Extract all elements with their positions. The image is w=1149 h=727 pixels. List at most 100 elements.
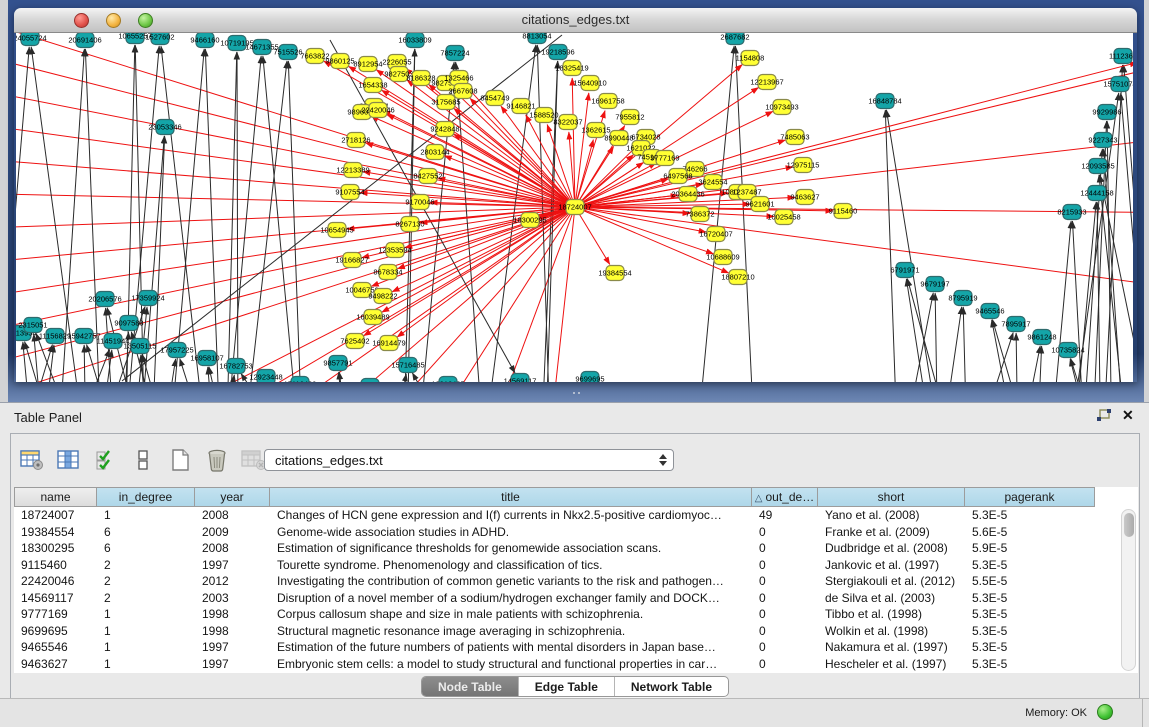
table-options-icon[interactable] (19, 447, 45, 473)
row-height-icon[interactable] (130, 447, 156, 473)
graph-node-label: 11459117 (354, 382, 386, 383)
tab-edge-table[interactable]: Edge Table (518, 677, 614, 696)
table-row[interactable]: 977716911998Corpus callosum shape and si… (14, 606, 1124, 623)
table-cell: 0 (752, 590, 818, 607)
sort-ascending-icon: △ (755, 493, 763, 504)
graph-edge (161, 359, 176, 382)
tab-network-table[interactable]: Network Table (614, 677, 728, 696)
table-toolbar: f(x) (19, 440, 304, 480)
graph-node-label: 13505115 (124, 342, 157, 351)
table-row[interactable]: 2242004622012Investigating the contribut… (14, 573, 1124, 590)
table-row[interactable]: 969969511998Structural magnetic resonanc… (14, 623, 1124, 640)
table-cell: Changes of HCN gene expression and I(f) … (270, 507, 752, 524)
graph-node-label: 9929986 (1092, 108, 1121, 117)
graph-node-label: 10025458 (767, 213, 800, 222)
graph-edge (169, 49, 204, 382)
new-column-icon[interactable] (167, 447, 193, 473)
graph-node-label: 8427552 (413, 172, 442, 181)
node-table: namein_degreeyeartitle△out_de…shortpager… (14, 487, 1138, 673)
table-cell: Disruption of a novel member of a sodium… (270, 590, 752, 607)
graph-node-label: 2226055 (382, 58, 411, 67)
graph-node-label: 1654338 (358, 81, 387, 90)
table-scrollbar-thumb[interactable] (1124, 513, 1134, 537)
tab-node-table[interactable]: Node Table (422, 677, 518, 696)
graph-node-label: 15640910 (573, 79, 606, 88)
graph-node-label: 8267130 (395, 220, 424, 229)
graph-node-label: 2803144 (420, 148, 449, 157)
table-cell: 0 (752, 639, 818, 656)
network-canvas[interactable]: 1872400776638229860125891295422260559827… (16, 33, 1133, 382)
table-cell: 19384554 (14, 524, 97, 541)
graph-node-label: 17957225 (160, 346, 193, 355)
table-cell: 2012 (195, 573, 270, 590)
close-panel-icon[interactable]: ✕ (1122, 407, 1134, 424)
graph-edge (939, 307, 962, 382)
table-cell: Embryonic stem cells: a model to study s… (270, 656, 752, 673)
graph-node-label: 19218596 (541, 48, 574, 57)
float-panel-icon[interactable] (1096, 409, 1112, 423)
graph-node-label: 15116489 (284, 380, 317, 383)
graph-edge (1104, 149, 1125, 382)
table-cell: Investigating the contribution of common… (270, 573, 752, 590)
graph-node-label: 13216485 (431, 380, 464, 383)
graph-edge (84, 345, 86, 382)
table-row[interactable]: 946362711997Embryonic stem cells: a mode… (14, 656, 1124, 673)
table-row[interactable]: 1830029562008Estimation of significance … (14, 540, 1124, 557)
graph-node-label: 12213967 (750, 78, 783, 87)
graph-node-label: 3624554 (698, 178, 727, 187)
graph-node-label: 11156829 (39, 332, 71, 341)
graph-edge (454, 134, 575, 207)
column-header-out_de[interactable]: △out_de… (752, 487, 818, 507)
table-selector-value: citations_edges.txt (275, 453, 383, 468)
table-row[interactable]: 1456911722003Disruption of a novel membe… (14, 590, 1124, 607)
graph-edge (288, 61, 303, 382)
graph-node-label: 9498222 (368, 292, 397, 301)
splitter-grip[interactable] (571, 390, 583, 397)
table-scrollbar[interactable] (1121, 509, 1136, 671)
graph-node-label: 2718126 (341, 136, 370, 145)
graph-node-label: 12975115 (787, 161, 820, 170)
column-header-pagerank[interactable]: pagerank (965, 487, 1095, 507)
memory-indicator-led (1097, 704, 1113, 720)
network-desktop: citations_edges.txt 18724007766382298601… (8, 0, 1144, 402)
table-tabs: Node TableEdge TableNetwork Table (11, 676, 1139, 698)
graph-node-label: 10688609 (706, 253, 739, 262)
table-cell: 0 (752, 656, 818, 673)
column-visibility-icon[interactable] (56, 447, 82, 473)
delete-column-icon[interactable] (204, 447, 230, 473)
table-row[interactable]: 946554611997Estimation of the future num… (14, 639, 1124, 656)
table-row[interactable]: 1872400712008Changes of HCN gene express… (14, 507, 1124, 524)
column-header-year[interactable]: year (195, 487, 270, 507)
table-cell: 1 (97, 507, 195, 524)
column-header-short[interactable]: short (818, 487, 965, 507)
graph-node-label: 1112364 (1109, 52, 1133, 61)
table-cell: 0 (752, 557, 818, 574)
table-cell: 1 (97, 606, 195, 623)
column-header-title[interactable]: title (270, 487, 752, 507)
column-header-name[interactable]: name (14, 487, 97, 507)
graph-node-label: 8990448 (604, 134, 633, 143)
graph-node-label: 15716485 (391, 361, 424, 370)
network-window-titlebar[interactable]: citations_edges.txt (14, 8, 1137, 33)
table-selector-dropdown[interactable]: citations_edges.txt (264, 449, 674, 471)
graph-edge (476, 207, 575, 382)
table-row[interactable]: 1938455462009Genome-wide association stu… (14, 524, 1124, 541)
graph-node-label: 20364436 (671, 190, 704, 199)
table-cell: 22420046 (14, 573, 97, 590)
table-cell: 1998 (195, 606, 270, 623)
select-columns-icon[interactable] (93, 447, 119, 473)
citation-network-graph: 1872400776638229860125891295422260559827… (16, 33, 1133, 382)
graph-node-label: 1325466 (444, 74, 473, 83)
table-body: 1872400712008Changes of HCN gene express… (14, 507, 1124, 673)
graph-edge (974, 333, 1013, 382)
graph-edge (16, 121, 575, 207)
graph-node-label: 7386372 (685, 210, 714, 219)
table-cell: Estimation of the future numbers of pati… (270, 639, 752, 656)
graph-node-label: 9115460 (829, 207, 858, 216)
table-cell: 2009 (195, 524, 270, 541)
table-row[interactable]: 911546021997Tourette syndrome. Phenomeno… (14, 557, 1124, 574)
graph-node-label: 8912954 (353, 60, 382, 69)
graph-node-label: 19166827 (335, 256, 368, 265)
column-header-in_degree[interactable]: in_degree (97, 487, 195, 507)
graph-edge (1121, 93, 1133, 382)
